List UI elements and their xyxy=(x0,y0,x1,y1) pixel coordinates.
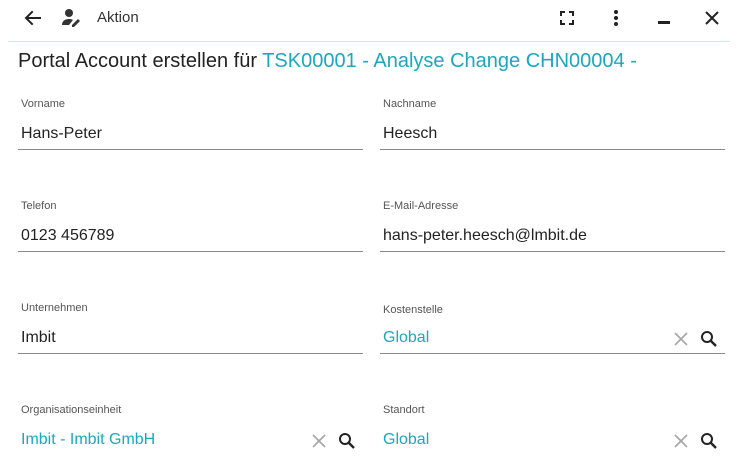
kostenstelle-label: Kostenstelle xyxy=(383,304,443,316)
page-title-prefix: Portal Account erstellen für xyxy=(18,50,263,72)
organisationseinheit-field[interactable]: Organisationseinheit Imbit - Imbit GmbH xyxy=(18,404,363,464)
user-edit-icon xyxy=(60,6,84,30)
organisationseinheit-clear-icon[interactable] xyxy=(310,432,328,450)
standort-value[interactable]: Global xyxy=(383,431,429,449)
standort-field[interactable]: Standort Global xyxy=(380,404,725,464)
vorname-input[interactable]: Hans-Peter xyxy=(21,125,102,143)
kostenstelle-search-icon[interactable] xyxy=(700,330,718,348)
page-title: Portal Account erstellen für TSK00001 - … xyxy=(18,50,637,73)
toolbar: Aktion xyxy=(0,0,738,36)
nachname-underline xyxy=(380,149,725,150)
standort-clear-icon[interactable] xyxy=(672,432,690,450)
kostenstelle-field[interactable]: Kostenstelle Global xyxy=(380,302,725,362)
arrow-left-icon[interactable] xyxy=(22,6,44,30)
vorname-label: Vorname xyxy=(21,98,66,110)
organisationseinheit-value[interactable]: Imbit - Imbit GmbH xyxy=(21,431,155,449)
vorname-field[interactable]: Vorname Hans-Peter xyxy=(18,98,363,158)
kostenstelle-clear-icon[interactable] xyxy=(672,330,690,348)
telefon-input[interactable]: 0123 456789 xyxy=(21,227,114,245)
organisationseinheit-label: Organisationseinheit xyxy=(21,404,122,416)
nachname-label: Nachname xyxy=(383,98,437,110)
email-label: E-Mail-Adresse xyxy=(383,200,459,212)
nachname-input[interactable]: Heesch xyxy=(383,125,437,143)
header-divider xyxy=(8,41,730,42)
telefon-label: Telefon xyxy=(21,200,57,212)
telefon-field[interactable]: Telefon 0123 456789 xyxy=(18,200,363,260)
email-field[interactable]: E-Mail-Adresse hans-peter.heesch@lmbit.d… xyxy=(380,200,725,260)
minimize-icon[interactable] xyxy=(654,6,674,30)
organisationseinheit-search-icon[interactable] xyxy=(338,432,356,450)
email-input[interactable]: hans-peter.heesch@lmbit.de xyxy=(383,227,587,245)
task-reference-link[interactable]: TSK00001 - Analyse Change CHN00004 - xyxy=(262,50,637,72)
vorname-underline xyxy=(18,149,363,150)
kostenstelle-underline xyxy=(380,353,725,354)
unternehmen-underline xyxy=(18,353,363,354)
more-vert-icon[interactable] xyxy=(606,6,626,30)
standort-label: Standort xyxy=(383,404,425,416)
email-underline xyxy=(380,251,725,252)
telefon-underline xyxy=(18,251,363,252)
nachname-field[interactable]: Nachname Heesch xyxy=(380,98,725,158)
dialog-title: Aktion xyxy=(97,9,139,26)
unternehmen-label: Unternehmen xyxy=(21,302,88,314)
kostenstelle-value[interactable]: Global xyxy=(383,329,429,347)
fullscreen-icon[interactable] xyxy=(557,6,577,30)
unternehmen-field[interactable]: Unternehmen Imbit xyxy=(18,302,363,362)
unternehmen-input[interactable]: Imbit xyxy=(21,329,56,347)
close-icon[interactable] xyxy=(702,6,722,30)
standort-search-icon[interactable] xyxy=(700,432,718,450)
